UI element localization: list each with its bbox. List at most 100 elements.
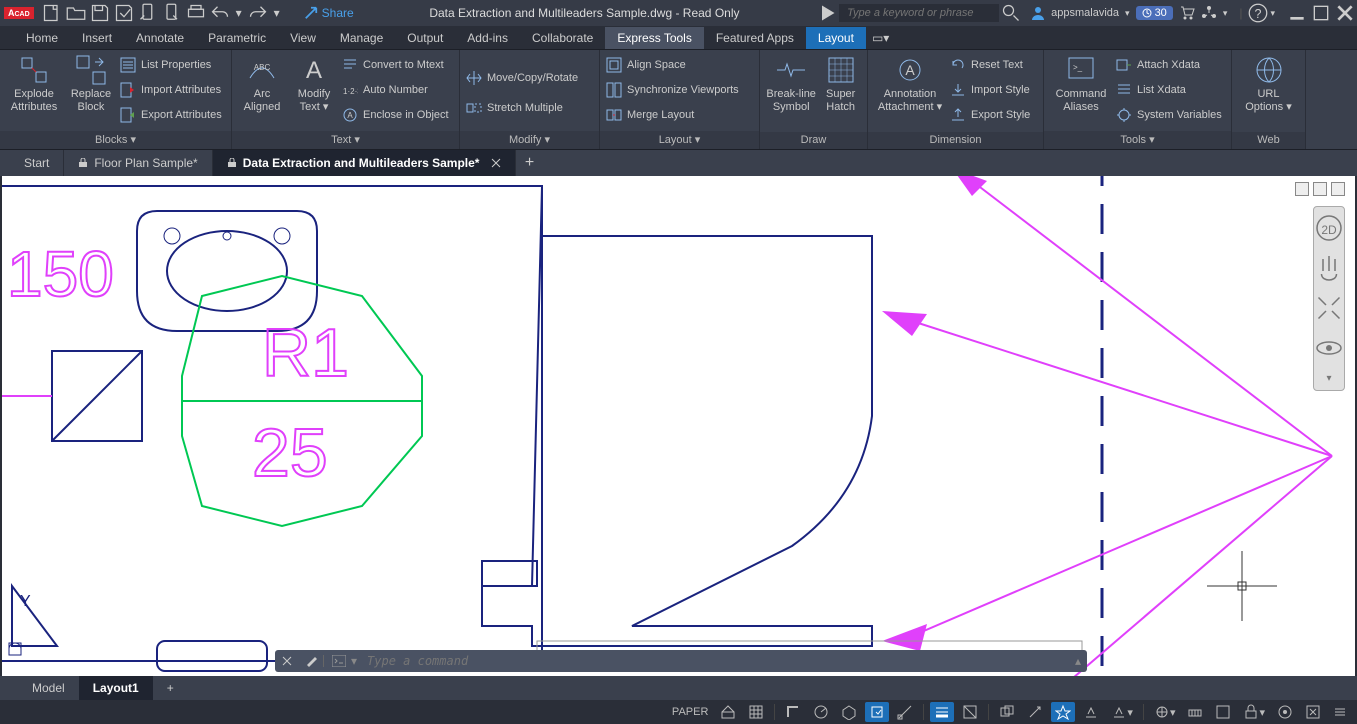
new-icon[interactable]: [42, 3, 62, 23]
tab-overflow[interactable]: ▭▾: [866, 27, 895, 49]
help-icon[interactable]: ?: [1248, 3, 1268, 23]
zoom-extents-icon[interactable]: [1314, 293, 1344, 323]
panel-modify-title[interactable]: Modify ▾: [460, 131, 599, 149]
selection-cycling-icon[interactable]: [995, 702, 1019, 722]
saveas-icon[interactable]: [114, 3, 134, 23]
import-style-button[interactable]: Import Style: [950, 79, 1030, 101]
viewport-max-icon[interactable]: [1313, 182, 1327, 196]
search-input[interactable]: [839, 4, 999, 22]
quick-props-icon[interactable]: [1211, 702, 1235, 722]
tab-annotate[interactable]: Annotate: [124, 27, 196, 49]
tab-collaborate[interactable]: Collaborate: [520, 27, 605, 49]
cart-icon[interactable]: [1179, 5, 1195, 21]
tab-express-tools[interactable]: Express Tools: [605, 27, 703, 49]
anno-visibility-icon[interactable]: [1051, 702, 1075, 722]
enclose-object-button[interactable]: AEnclose in Object: [342, 104, 449, 126]
pan-icon[interactable]: [1314, 253, 1344, 283]
ortho-icon[interactable]: [781, 702, 805, 722]
clean-screen-icon[interactable]: [1301, 702, 1325, 722]
breakline-button[interactable]: Break-line Symbol: [766, 54, 816, 132]
panel-text-title[interactable]: Text ▾: [232, 131, 459, 149]
viewport-min-icon[interactable]: [1295, 182, 1309, 196]
workspace-icon[interactable]: ▾: [1150, 702, 1180, 722]
search-icon[interactable]: [1001, 3, 1021, 23]
drawing-canvas[interactable]: 150 R1 25 Y: [2, 176, 1355, 676]
customize-icon[interactable]: [1329, 702, 1351, 722]
lineweight-icon[interactable]: [930, 702, 954, 722]
cmd-config-icon[interactable]: [299, 655, 323, 667]
auto-number-button[interactable]: 1·2·3Auto Number: [342, 79, 449, 101]
tab-parametric[interactable]: Parametric: [196, 27, 278, 49]
command-line[interactable]: ▾ ▴: [275, 650, 1087, 672]
modify-text-button[interactable]: AModify Text ▾: [290, 54, 338, 131]
super-hatch-button[interactable]: Super Hatch: [820, 54, 861, 132]
home-nav-icon[interactable]: 2D: [1314, 213, 1344, 243]
merge-layout-button[interactable]: Merge Layout: [606, 104, 739, 126]
anno-autoscale-icon[interactable]: [1079, 702, 1103, 722]
grid-snap-icon[interactable]: [716, 702, 740, 722]
chevron-down-icon[interactable]: ▾: [234, 3, 244, 23]
viewport-close-icon[interactable]: [1331, 182, 1345, 196]
layout1-tab[interactable]: Layout1: [79, 676, 153, 700]
orbit-icon[interactable]: [1314, 333, 1344, 363]
cmd-history-icon[interactable]: ▴: [1069, 654, 1087, 668]
sync-viewports-button[interactable]: Synchronize Viewports: [606, 79, 739, 101]
annotation-attachment-button[interactable]: AAnnotation Attachment ▾: [874, 54, 946, 132]
grid-icon[interactable]: [744, 702, 768, 722]
reset-text-button[interactable]: Reset Text: [950, 54, 1030, 76]
tab-output[interactable]: Output: [395, 27, 455, 49]
share-link[interactable]: Share: [304, 6, 354, 20]
close-tab-icon[interactable]: [491, 158, 501, 168]
osnap-icon[interactable]: [865, 702, 889, 722]
isodraft-icon[interactable]: [837, 702, 861, 722]
panel-blocks-title[interactable]: Blocks ▾: [0, 131, 231, 149]
app-logo[interactable]: ACAD: [4, 7, 34, 19]
anno-scale-list-icon[interactable]: ▾: [1107, 702, 1137, 722]
paper-toggle[interactable]: PAPER: [668, 702, 712, 722]
plot-icon[interactable]: [186, 3, 206, 23]
attach-xdata-button[interactable]: Attach Xdata: [1116, 54, 1222, 76]
convert-mtext-button[interactable]: Convert to Mtext: [342, 54, 449, 76]
polar-icon[interactable]: [809, 702, 833, 722]
tab-view[interactable]: View: [278, 27, 328, 49]
nav-more-icon[interactable]: ▾: [1326, 373, 1331, 384]
tab-home[interactable]: Home: [14, 27, 70, 49]
align-space-button[interactable]: Align Space: [606, 54, 739, 76]
annotation-scale-icon[interactable]: [1023, 702, 1047, 722]
command-aliases-button[interactable]: >_Command Aliases: [1050, 54, 1112, 131]
tab-insert[interactable]: Insert: [70, 27, 124, 49]
transparency-icon[interactable]: [958, 702, 982, 722]
file-tab-floorplan[interactable]: Floor Plan Sample*: [64, 150, 212, 176]
tab-manage[interactable]: Manage: [328, 27, 395, 49]
tab-addins[interactable]: Add-ins: [455, 27, 520, 49]
isolate-icon[interactable]: [1273, 702, 1297, 722]
save-icon[interactable]: [90, 3, 110, 23]
panel-tools-title[interactable]: Tools ▾: [1044, 131, 1231, 149]
maximize-icon[interactable]: [1313, 5, 1329, 21]
tab-layout[interactable]: Layout: [806, 27, 866, 49]
stretch-multiple-button[interactable]: Stretch Multiple: [466, 97, 578, 119]
minimize-icon[interactable]: [1289, 5, 1305, 21]
file-tab-current[interactable]: Data Extraction and Multileaders Sample*: [213, 150, 517, 176]
list-properties-button[interactable]: List Properties: [120, 54, 222, 76]
replace-block-button[interactable]: Replace Block: [66, 54, 116, 131]
lock-ui-icon[interactable]: ▾: [1239, 702, 1269, 722]
web-open-icon[interactable]: [138, 3, 158, 23]
panel-layout-title[interactable]: Layout ▾: [600, 131, 759, 149]
import-attributes-button[interactable]: Import Attributes: [120, 79, 222, 101]
play-icon[interactable]: [817, 3, 837, 23]
file-tab-start[interactable]: Start: [10, 150, 64, 176]
trial-badge[interactable]: 30: [1136, 6, 1173, 20]
arc-aligned-button[interactable]: ABCArc Aligned: [238, 54, 286, 131]
web-save-icon[interactable]: [162, 3, 182, 23]
redo-icon[interactable]: [248, 3, 268, 23]
command-input[interactable]: [361, 654, 1069, 668]
model-tab[interactable]: Model: [18, 676, 79, 700]
close-icon[interactable]: [1337, 5, 1353, 21]
move-copy-rotate-button[interactable]: Move/Copy/Rotate: [466, 67, 578, 89]
otrack-icon[interactable]: [893, 702, 917, 722]
export-attributes-button[interactable]: Export Attributes: [120, 104, 222, 126]
units-icon[interactable]: [1183, 702, 1207, 722]
url-options-button[interactable]: URL Options ▾: [1239, 54, 1299, 132]
list-xdata-button[interactable]: List Xdata: [1116, 79, 1222, 101]
